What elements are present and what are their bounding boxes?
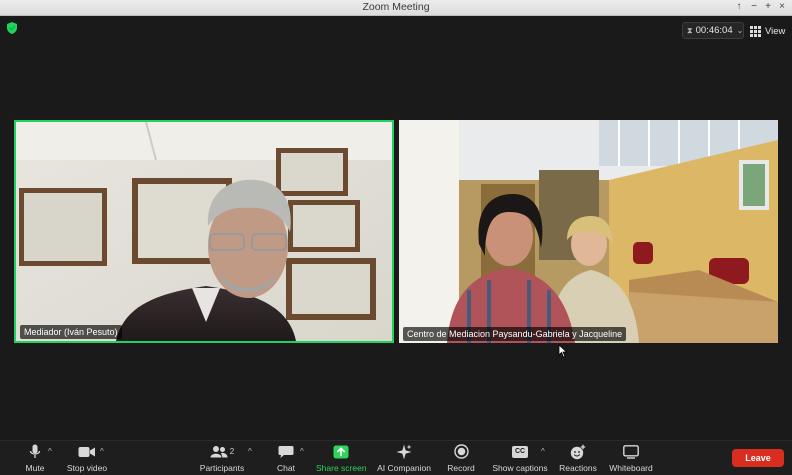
ai-sparkle-icon <box>396 444 412 459</box>
share-screen-button[interactable]: Share screen <box>316 443 367 473</box>
chevron-down-icon: ⌄ <box>736 26 744 35</box>
window-maximize-icon[interactable]: + <box>761 1 775 12</box>
chat-label: Chat <box>277 463 295 473</box>
video-camera-icon <box>78 446 95 457</box>
share-screen-icon <box>333 445 349 458</box>
participants-button[interactable]: 2 Participants <box>198 443 246 473</box>
closed-captions-icon: CC <box>511 445 529 458</box>
mouse-cursor-icon <box>558 344 568 358</box>
meeting-toolbar: Mute ^ Stop video ^ 2 Participants ^ Cha… <box>0 440 792 475</box>
record-label: Record <box>447 463 475 473</box>
window-pin-icon[interactable]: ↑ <box>732 1 746 12</box>
ai-companion-label: AI Companion <box>377 463 431 473</box>
window-titlebar: Zoom Meeting ↑ − + × <box>0 0 792 16</box>
view-label: View <box>765 25 786 37</box>
whiteboard-button[interactable]: Whiteboard <box>608 443 654 473</box>
record-button[interactable]: Record <box>444 443 478 473</box>
window-title: Zoom Meeting <box>362 1 430 13</box>
chevron-up-icon[interactable]: ^ <box>48 447 52 456</box>
reactions-button[interactable]: Reactions <box>558 443 598 473</box>
smiley-reaction-icon <box>570 444 586 459</box>
record-icon <box>453 444 469 459</box>
share-screen-label: Share screen <box>316 463 367 473</box>
chat-button[interactable]: Chat <box>272 443 300 473</box>
window-close-icon[interactable]: × <box>775 1 789 12</box>
meeting-stage: ⧗ 00:46:04 ⌄ View Mediador (Iván Pesuto)… <box>0 16 792 440</box>
stop-video-label: Stop video <box>66 463 108 473</box>
chat-bubble-icon <box>278 445 294 458</box>
meeting-timer[interactable]: ⧗ 00:46:04 ⌄ <box>682 22 744 39</box>
hourglass-icon: ⧗ <box>687 25 693 35</box>
chevron-up-icon[interactable]: ^ <box>300 447 304 456</box>
participant-name-label: Mediador (Iván Pesuto) <box>20 325 122 339</box>
mediation-center-video-feed <box>399 120 778 343</box>
window-minimize-icon[interactable]: − <box>747 1 761 12</box>
participants-icon <box>210 446 228 458</box>
microphone-icon <box>29 444 41 458</box>
show-captions-button[interactable]: CC Show captions <box>492 443 548 473</box>
view-button[interactable]: View <box>750 23 785 39</box>
timer-value: 00:46:04 <box>695 25 733 36</box>
participants-count: 2 <box>229 447 235 456</box>
chevron-up-icon[interactable]: ^ <box>541 447 545 456</box>
video-tile-mediator[interactable]: Mediador (Iván Pesuto) <box>14 120 394 343</box>
participant-name-label: Centro de Mediacion Paysandu-Gabriela y … <box>403 327 627 341</box>
video-tile-mediation-center[interactable]: Centro de Mediacion Paysandu-Gabriela y … <box>399 120 778 343</box>
participants-label: Participants <box>199 463 245 473</box>
chevron-up-icon[interactable]: ^ <box>100 447 104 456</box>
mute-label: Mute <box>25 463 45 473</box>
mediator-video-feed <box>16 122 392 341</box>
leave-button[interactable]: Leave <box>732 449 784 467</box>
ai-companion-button[interactable]: AI Companion <box>376 443 432 473</box>
show-captions-label: Show captions <box>492 463 548 473</box>
encryption-shield-icon[interactable] <box>5 21 19 35</box>
whiteboard-icon <box>623 444 639 459</box>
mute-button[interactable]: Mute <box>18 443 52 473</box>
grid-view-icon <box>750 25 761 37</box>
chevron-up-icon[interactable]: ^ <box>248 447 252 456</box>
reactions-label: Reactions <box>559 463 597 473</box>
whiteboard-label: Whiteboard <box>609 463 653 473</box>
